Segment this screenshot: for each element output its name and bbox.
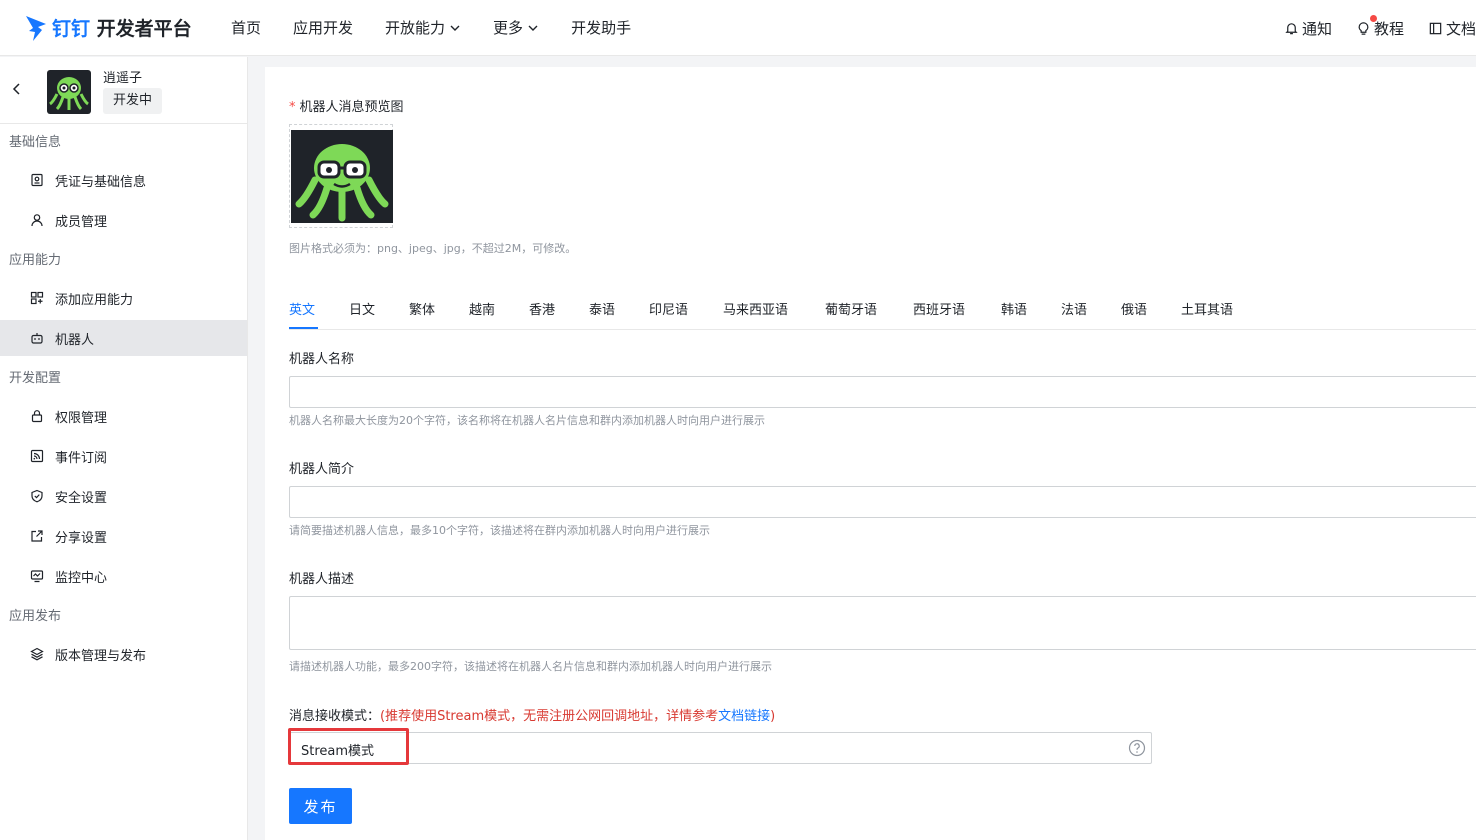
sidebar-item-add-capability[interactable]: 添加应用能力 [0,280,247,316]
layers-icon [30,647,44,661]
publish-button[interactable]: 发布 [289,788,352,824]
tab-ru[interactable]: 俄语 [1121,299,1147,318]
sidebar-item-permissions[interactable]: 权限管理 [0,398,247,434]
credential-icon [31,173,43,187]
top-navbar: 钉钉 开发者平台 首页 应用开发 开放能力 更多 开发助手 通知 教程 文档 [0,0,1476,56]
book-icon [1429,22,1442,34]
group-basic-info: 基础信息 [9,135,62,150]
intro-label: 机器人简介 [289,462,355,477]
nav-dev-assistant[interactable]: 开发助手 [571,17,631,38]
tab-fr[interactable]: 法语 [1061,299,1087,318]
octopus-logo-icon [295,144,389,222]
sidebar-item-monitor[interactable]: 监控中心 [0,558,247,594]
sidebar-item-members[interactable]: 成员管理 [0,202,247,238]
shield-icon [31,489,43,503]
monitor-icon [30,570,44,583]
tab-vi[interactable]: 越南 [469,299,495,318]
desc-label: 机器人描述 [289,572,355,587]
robot-name-input[interactable] [289,376,1476,408]
tab-es[interactable]: 西班牙语 [913,299,965,318]
sidebar: 逍遥子 开发中 基础信息 凭证与基础信息 成员管理 应用能力 添加应用能力 机器… [0,57,248,840]
preview-label: * 机器人消息预览图 [289,100,404,115]
mode-label: 消息接收模式： [289,709,381,724]
mode-label-row: 消息接收模式：(推荐使用Stream模式，无需注册公网回调地址，详情参考文档链接… [289,705,775,724]
preview-image [291,130,393,223]
mode-select-value: Stream模式 [301,744,375,759]
sidebar-item-credentials[interactable]: 凭证与基础信息 [0,162,247,198]
app-avatar [47,70,91,114]
dingtalk-logo-icon [26,15,46,41]
nav-open-capabilities[interactable]: 开放能力 [385,17,461,38]
name-label: 机器人名称 [289,352,355,367]
group-app-publish: 应用发布 [9,609,62,624]
tab-ms[interactable]: 马来西亚语 [723,299,788,318]
preview-upload[interactable] [289,124,393,228]
user-icon [31,214,43,227]
main-nav: 首页 应用开发 开放能力 更多 开发助手 [231,17,663,38]
desc-hint: 请描述机器人功能，最多200字符，该描述将在机器人名片信息和群内添加机器人时向用… [289,660,772,673]
sidebar-item-events[interactable]: 事件订阅 [0,438,247,474]
tab-ja[interactable]: 日文 [349,299,375,318]
tab-pt[interactable]: 葡萄牙语 [825,299,877,318]
mode-select[interactable]: Stream模式 [289,732,1152,764]
sidebar-item-security[interactable]: 安全设置 [0,478,247,514]
logo[interactable]: 钉钉 开发者平台 [24,14,214,42]
robot-icon [31,333,43,344]
sidebar-item-share[interactable]: 分享设置 [0,518,247,554]
tab-zh-hant[interactable]: 繁体 [409,299,435,318]
preview-hint: 图片格式必须为：png、jpeg、jpg，不超过2M，可修改。 [289,242,577,255]
octopus-logo-icon [49,77,89,111]
help-icon[interactable] [1128,739,1146,757]
chevron-left-icon[interactable] [10,82,24,96]
bulb-icon [1358,21,1369,35]
tab-th[interactable]: 泰语 [589,299,615,318]
group-dev-config: 开发配置 [9,371,62,386]
nav-right: 通知 教程 文档 [1260,0,1476,56]
nav-more[interactable]: 更多 [493,17,539,38]
name-hint: 机器人名称最大长度为20个字符，该名称将在机器人名片信息和群内添加机器人时向用户… [289,414,765,427]
status-badge: 开发中 [103,88,163,114]
bell-icon [1285,22,1298,34]
mode-note: (推荐使用Stream模式，无需注册公网回调地址，详情参考文档链接) [380,709,776,724]
chevron-down-icon [528,25,538,31]
lock-icon [31,410,43,423]
rss-icon [30,449,44,463]
doc-link[interactable]: 文档链接 [718,709,770,724]
language-tabs: 英文 日文 繁体 越南 香港 泰语 印尼语 马来西亚语 葡萄牙语 西班牙语 韩语… [289,291,1476,330]
tab-active-indicator [289,327,318,329]
tab-ko[interactable]: 韩语 [1001,299,1027,318]
robot-config-form: * 机器人消息预览图 图片格式必须为：png、jpeg、jpg，不超过2M，可修改… [265,67,1476,840]
chevron-down-icon [450,25,460,31]
share-icon [31,530,43,542]
tab-tr[interactable]: 土耳其语 [1181,299,1233,318]
notify-button[interactable]: 通知 [1284,18,1332,39]
tab-id[interactable]: 印尼语 [649,299,688,318]
logo-brand: 钉钉 [52,18,91,40]
tutorial-button[interactable]: 教程 [1356,14,1404,39]
robot-intro-input[interactable] [289,486,1476,518]
robot-desc-textarea[interactable] [289,596,1476,650]
sidebar-item-versions[interactable]: 版本管理与发布 [0,636,247,672]
nav-app-dev[interactable]: 应用开发 [293,17,353,38]
nav-home[interactable]: 首页 [231,17,261,38]
tab-hk[interactable]: 香港 [529,299,555,318]
docs-button[interactable]: 文档 [1428,18,1476,39]
unread-dot [1369,14,1377,22]
intro-hint: 请简要描述机器人信息，最多10个字符，该描述将在群内添加机器人时向用户进行展示 [289,524,710,537]
tab-en[interactable]: 英文 [289,299,315,318]
sidebar-item-robot[interactable]: 机器人 [0,320,247,356]
apps-add-icon [30,291,44,305]
group-app-capabilities: 应用能力 [9,253,62,268]
app-header: 逍遥子 开发中 [0,57,247,124]
logo-suffix: 开发者平台 [96,18,192,40]
required-mark: * [289,100,296,115]
app-name: 逍遥子 [103,71,143,86]
